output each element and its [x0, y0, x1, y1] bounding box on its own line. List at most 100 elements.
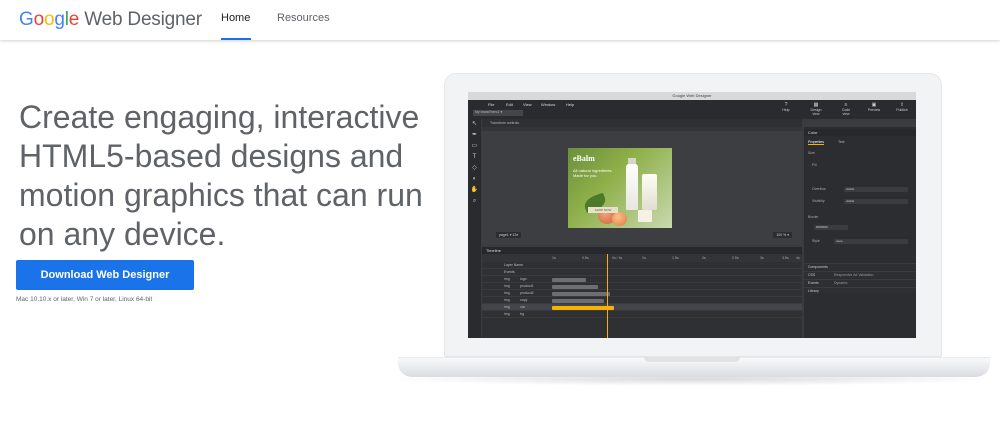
- help-label: Help: [782, 108, 790, 112]
- ad-tagline: All natural ingredients. Made for you.: [573, 168, 613, 178]
- layer-id: cta: [520, 305, 525, 309]
- timeline-tick: 2s: [702, 256, 706, 260]
- keyframe-span: [552, 277, 586, 282]
- layer-name: Events: [504, 270, 515, 274]
- layer-id: product2: [520, 291, 534, 295]
- timeline-tick: 3.5s: [782, 256, 789, 260]
- keyframe-span: [552, 284, 598, 289]
- events-section: Events Dynamic: [804, 279, 916, 286]
- logo-letter: o: [43, 9, 55, 30]
- logo-letter: o: [33, 9, 45, 30]
- logo-letter: e: [68, 9, 80, 30]
- code-view-label: Code view: [841, 108, 851, 116]
- style-select: none: [834, 239, 908, 244]
- preview-label: Preview: [867, 108, 881, 112]
- layer-id: bg: [520, 312, 524, 316]
- table-row: Layer Name: [482, 262, 802, 269]
- menu-view: View: [523, 102, 532, 107]
- table-row: img product1: [482, 283, 802, 290]
- product-bottle: [626, 164, 638, 210]
- publish-label: Publish: [896, 108, 908, 112]
- pen-tool-icon: ✒: [471, 132, 478, 138]
- tab-text: Text: [838, 140, 845, 144]
- product-jar: [638, 210, 652, 222]
- hero-headline: Create engaging, interactive HTML5-based…: [19, 99, 423, 252]
- ad-brand-logo: eBalm: [573, 154, 595, 163]
- menu-file: File: [488, 102, 495, 107]
- style-label: Style: [812, 239, 820, 243]
- timeline-tick: 3s: [760, 256, 764, 260]
- horizontal-ruler: [482, 127, 802, 131]
- help-tool: ? Help: [778, 102, 794, 112]
- events-sub-tabs: Dynamic: [834, 281, 848, 285]
- layer-name: img: [504, 298, 510, 302]
- system-requirements: Mac 10.10.x or later, Win 7 or later, Li…: [16, 296, 153, 303]
- layer-name: img: [504, 277, 510, 281]
- timeline-tick: 1s: [642, 256, 646, 260]
- border-label: Border: [808, 215, 819, 219]
- select-tool-icon: ↖: [471, 121, 478, 127]
- nav-resources-link[interactable]: Resources: [277, 12, 330, 24]
- layer-name: img: [504, 312, 510, 316]
- timeline-tick: 2.5s: [732, 256, 739, 260]
- shape-tool-icon: ▭: [471, 143, 478, 149]
- events-label: Events: [808, 281, 819, 285]
- overflow-select: visible: [844, 187, 908, 192]
- layer-id: product1: [520, 284, 534, 288]
- time-readout: 0s / 4s: [612, 256, 623, 260]
- layer-name: img: [504, 291, 510, 295]
- library-section: Library: [804, 287, 916, 294]
- google-web-designer-logo[interactable]: Google Web Designer: [19, 9, 202, 31]
- timeline-tick: 4s: [796, 256, 800, 260]
- stage-footer: page1 ▾ 12e 100 % ▾: [482, 230, 802, 240]
- table-row: img cta: [482, 304, 802, 311]
- fill-tool-icon: ◐: [472, 176, 477, 182]
- nav-home-link[interactable]: Home: [221, 12, 250, 24]
- timeline-tick: 0.5s: [582, 256, 589, 260]
- timeline-tick: 1s: [552, 256, 556, 260]
- site-header: Google Web Designer Home Resources: [0, 0, 1000, 40]
- timeline-scale: 1s 0.5s 0s / 4s 1s 1.5s 2s 2.5s 3s 3.5s …: [482, 254, 802, 262]
- table-row: img bg: [482, 311, 802, 318]
- css-sub-tabs: Responsive Ad Validation: [834, 273, 874, 277]
- table-row: img copy: [482, 297, 802, 304]
- properties-panel: Color Properties Text Size Fill Overflow…: [804, 127, 916, 338]
- logo-product-name: Web Designer: [84, 9, 202, 30]
- library-label: Library: [808, 289, 819, 293]
- tab-properties: Properties: [808, 140, 824, 145]
- keyframe-span: [552, 298, 604, 303]
- timeline-layers: Layer Name Events img logo img product1 im…: [482, 262, 802, 318]
- table-row: img logo: [482, 276, 802, 283]
- app-screenshot: Google Web Designer File Edit View Windo…: [468, 92, 916, 338]
- timeline-title: Timeline: [482, 247, 802, 254]
- hand-tool-icon: ✋: [470, 187, 479, 193]
- components-section: Components: [804, 263, 916, 270]
- design-view-label: Design view: [810, 108, 822, 116]
- download-button[interactable]: Download Web Designer: [16, 260, 194, 290]
- publish-tool: ⇪ Publish: [894, 102, 910, 112]
- keyframe-span: [552, 305, 614, 310]
- tag-tool-icon: ◇: [472, 165, 477, 171]
- ad-cta-button: SHOP NOW: [588, 207, 618, 213]
- layer-name: Layer Name: [504, 263, 524, 267]
- app-menubar: File Edit View Window Help My brand hero…: [468, 100, 916, 119]
- logo-letter: G: [19, 9, 34, 30]
- overflow-label: Overflow: [812, 187, 826, 191]
- css-label: CSS: [808, 273, 816, 277]
- fill-label: Fill: [812, 163, 817, 167]
- nav-active-indicator: [221, 38, 251, 40]
- timeline-panel: Timeline 1s 0.5s 0s / 4s 1s 1.5s 2s 2.5s…: [482, 247, 802, 338]
- fruit-graphic: [612, 212, 627, 226]
- layer-name: img: [504, 305, 510, 309]
- border-color-field: #000000: [814, 225, 848, 230]
- zoom-tool-icon: ⌕: [472, 198, 477, 204]
- laptop-notch: [644, 357, 740, 362]
- timeline-tick: 1.5s: [672, 256, 679, 260]
- layer-id: logo: [520, 277, 527, 281]
- table-row: Events: [482, 269, 802, 276]
- components-label: Components: [808, 265, 828, 269]
- layer-id: copy: [520, 298, 528, 302]
- ad-preview: eBalm All natural ingredients. Made for …: [568, 148, 672, 228]
- logo-letter: g: [54, 9, 65, 30]
- tool-options-bar: Transform controls: [482, 119, 802, 127]
